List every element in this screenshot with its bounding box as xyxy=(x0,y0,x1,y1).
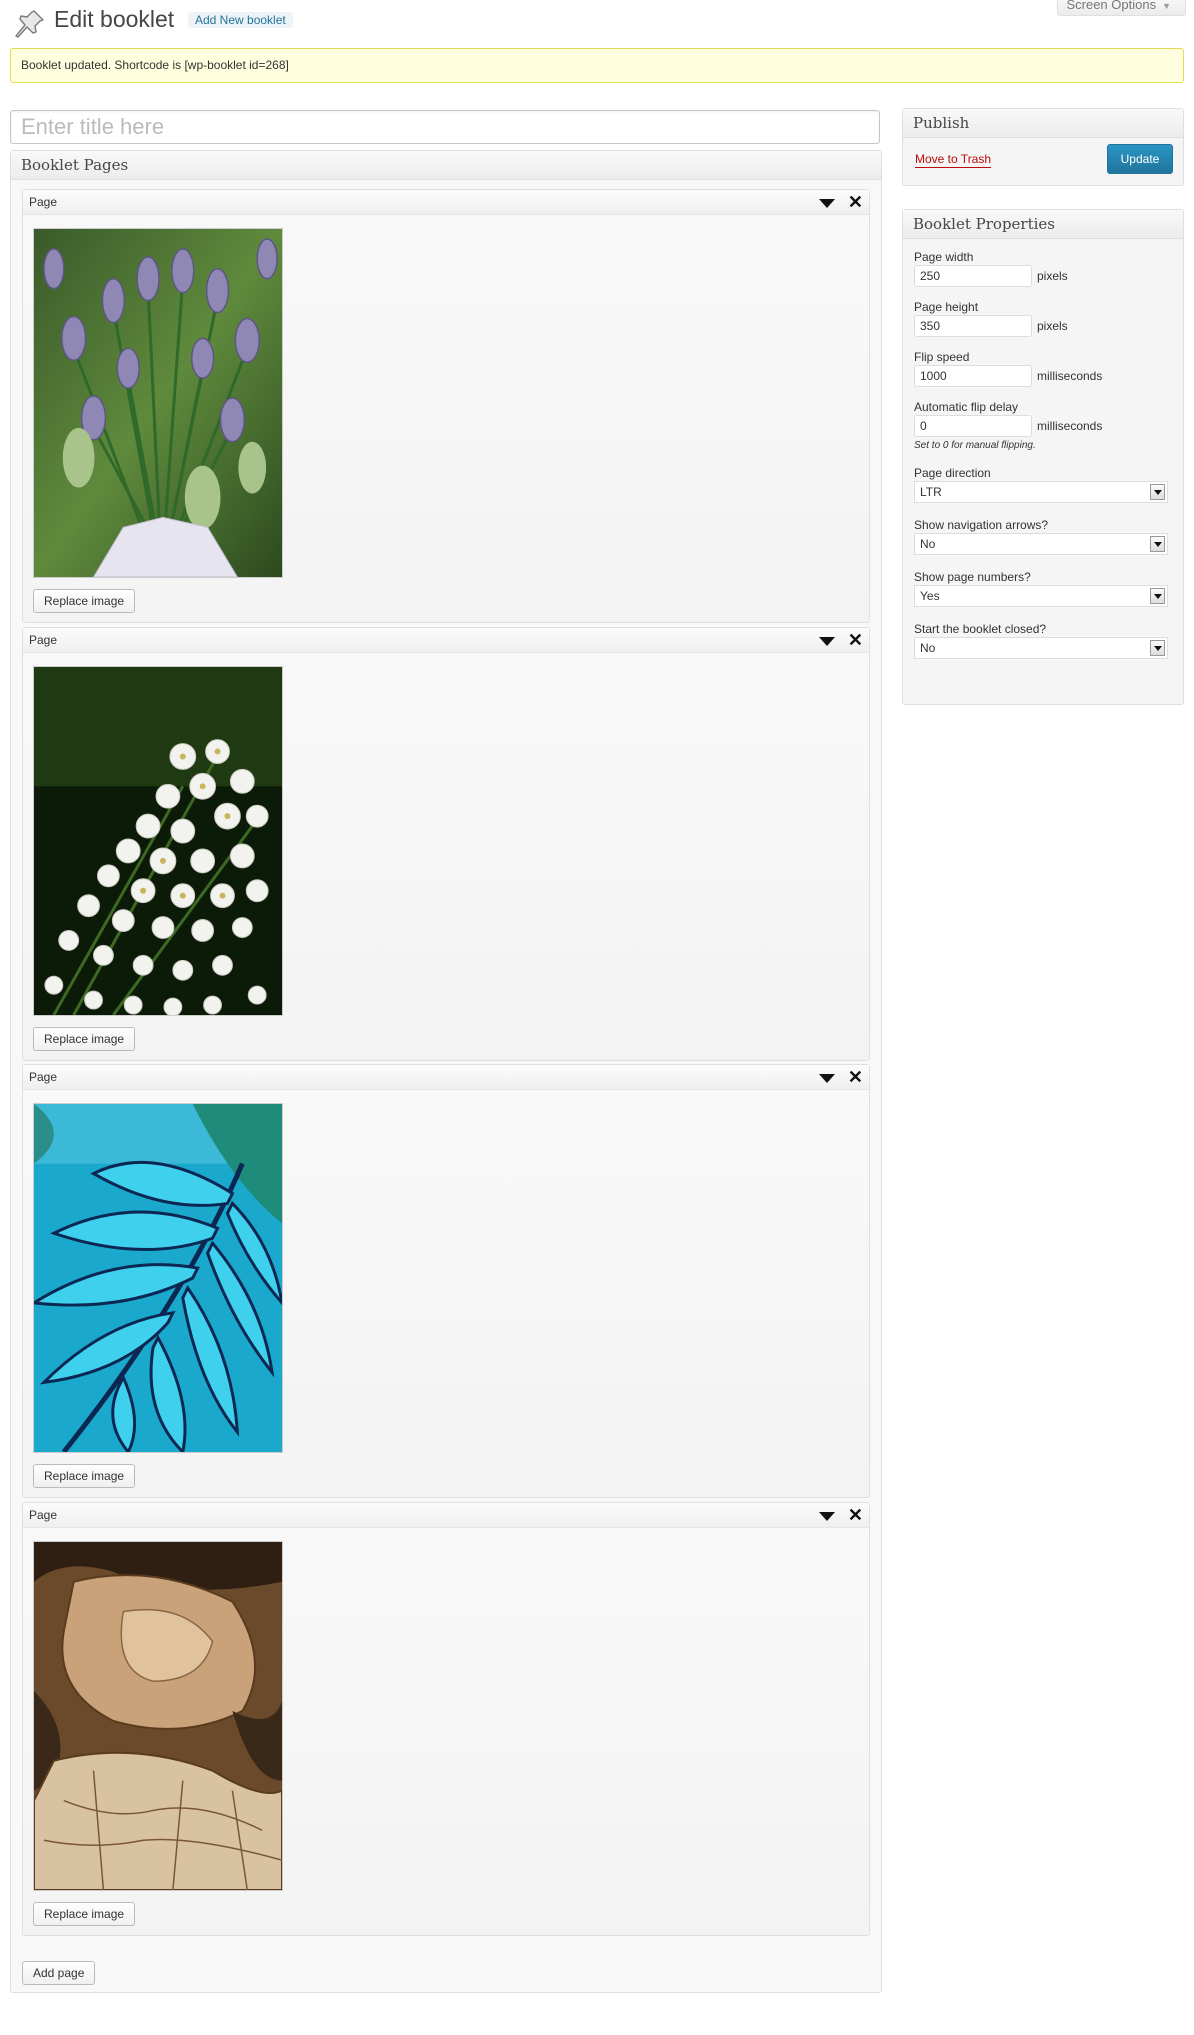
close-icon[interactable]: ✕ xyxy=(848,190,863,214)
page-item: Page ✕ Replace image xyxy=(22,189,870,623)
page-header: Page ✕ xyxy=(23,1503,869,1528)
replace-image-button[interactable]: Replace image xyxy=(33,589,136,613)
nav-arrows-value: No xyxy=(920,537,936,551)
collapse-toggle-icon[interactable] xyxy=(819,1512,835,1521)
page-label: Page xyxy=(29,633,58,647)
properties-heading: Booklet Properties xyxy=(903,210,1183,239)
flip-delay-hint: Set to 0 for manual flipping. xyxy=(914,440,1036,451)
page-header: Page ✕ xyxy=(23,190,869,215)
page-label: Page xyxy=(29,195,58,209)
add-new-booklet-link[interactable]: Add New booklet xyxy=(188,12,293,28)
page-height-unit: pixels xyxy=(1037,319,1068,333)
flip-speed-input[interactable]: 1000 xyxy=(914,365,1032,387)
page-header: Page ✕ xyxy=(23,628,869,653)
page-item: Page ✕ Replace image xyxy=(22,627,870,1061)
chevron-down-icon[interactable] xyxy=(1150,640,1165,656)
chevron-down-icon[interactable] xyxy=(1150,484,1165,500)
page-numbers-label: Show page numbers? xyxy=(914,570,1031,584)
booklet-properties-box: Booklet Properties Page width 250 pixels… xyxy=(902,209,1184,705)
pushpin-icon xyxy=(15,10,44,38)
page-image-blue-fern-fabric xyxy=(33,1103,283,1453)
collapse-toggle-icon[interactable] xyxy=(819,199,835,208)
page-height-label: Page height xyxy=(914,300,979,314)
replace-image-button[interactable]: Replace image xyxy=(33,1027,136,1051)
publish-heading: Publish xyxy=(903,109,1183,138)
page-image-white-flowers xyxy=(33,666,283,1016)
collapse-toggle-icon[interactable] xyxy=(819,637,835,646)
page-item: Page ✕ Replace image xyxy=(22,1064,870,1498)
page-title: Edit booklet xyxy=(54,6,175,32)
page-numbers-value: Yes xyxy=(920,589,940,603)
page-width-label: Page width xyxy=(914,250,974,264)
close-icon[interactable]: ✕ xyxy=(848,1065,863,1089)
collapse-toggle-icon[interactable] xyxy=(819,1074,835,1083)
close-icon[interactable]: ✕ xyxy=(848,1503,863,1527)
booklet-pages-box: Booklet Pages Page ✕ Replace image Page … xyxy=(10,150,882,1993)
page-numbers-field: Show page numbers? Yes xyxy=(914,569,1172,607)
flip-delay-unit: milliseconds xyxy=(1037,419,1103,433)
publish-box: Publish Move to Trash Update xyxy=(902,108,1184,186)
page-image-rock-texture xyxy=(33,1541,283,1891)
chevron-down-icon: ▼ xyxy=(1162,1,1171,11)
notice-message: Booklet updated. Shortcode is [wp-bookle… xyxy=(21,58,289,72)
page-height-field: Page height 350 pixels xyxy=(914,299,1172,337)
start-closed-label: Start the booklet closed? xyxy=(914,622,1047,636)
page-width-input[interactable]: 250 xyxy=(914,265,1032,287)
flip-speed-label: Flip speed xyxy=(914,350,970,364)
flip-speed-field: Flip speed 1000 milliseconds xyxy=(914,349,1172,387)
screen-options-button[interactable]: Screen Options ▼ xyxy=(1057,0,1186,16)
page-item: Page ✕ Replace image xyxy=(22,1502,870,1936)
flip-delay-field: Automatic flip delay 0 milliseconds Set … xyxy=(914,399,1172,453)
title-input[interactable] xyxy=(10,110,880,144)
chevron-down-icon[interactable] xyxy=(1150,536,1165,552)
page-width-unit: pixels xyxy=(1037,269,1068,283)
page-direction-select[interactable]: LTR xyxy=(914,481,1168,503)
page-label: Page xyxy=(29,1508,58,1522)
page-label: Page xyxy=(29,1070,58,1084)
start-closed-select[interactable]: No xyxy=(914,637,1168,659)
add-page-button[interactable]: Add page xyxy=(22,1961,96,1985)
replace-image-button[interactable]: Replace image xyxy=(33,1464,136,1488)
page-direction-value: LTR xyxy=(920,485,942,499)
page-direction-field: Page direction LTR xyxy=(914,465,1172,503)
start-closed-field: Start the booklet closed? No xyxy=(914,621,1172,659)
nav-arrows-select[interactable]: No xyxy=(914,533,1168,555)
move-to-trash-link[interactable]: Move to Trash xyxy=(915,152,992,168)
chevron-down-icon[interactable] xyxy=(1150,588,1165,604)
page-image-purple-buds xyxy=(33,228,283,578)
page-header: Page ✕ xyxy=(23,1065,869,1090)
flip-delay-label: Automatic flip delay xyxy=(914,400,1019,414)
flip-speed-unit: milliseconds xyxy=(1037,369,1103,383)
nav-arrows-field: Show navigation arrows? No xyxy=(914,517,1172,555)
update-notice: Booklet updated. Shortcode is [wp-bookle… xyxy=(10,48,1184,83)
page-direction-label: Page direction xyxy=(914,466,991,480)
nav-arrows-label: Show navigation arrows? xyxy=(914,518,1049,532)
replace-image-button[interactable]: Replace image xyxy=(33,1902,136,1926)
page-width-field: Page width 250 pixels xyxy=(914,249,1172,287)
flip-delay-input[interactable]: 0 xyxy=(914,415,1032,437)
update-button[interactable]: Update xyxy=(1107,144,1173,174)
start-closed-value: No xyxy=(920,641,936,655)
close-icon[interactable]: ✕ xyxy=(848,628,863,652)
page-height-input[interactable]: 350 xyxy=(914,315,1032,337)
screen-options-label: Screen Options xyxy=(1066,0,1157,12)
booklet-pages-heading: Booklet Pages xyxy=(11,151,881,180)
page-numbers-select[interactable]: Yes xyxy=(914,585,1168,607)
